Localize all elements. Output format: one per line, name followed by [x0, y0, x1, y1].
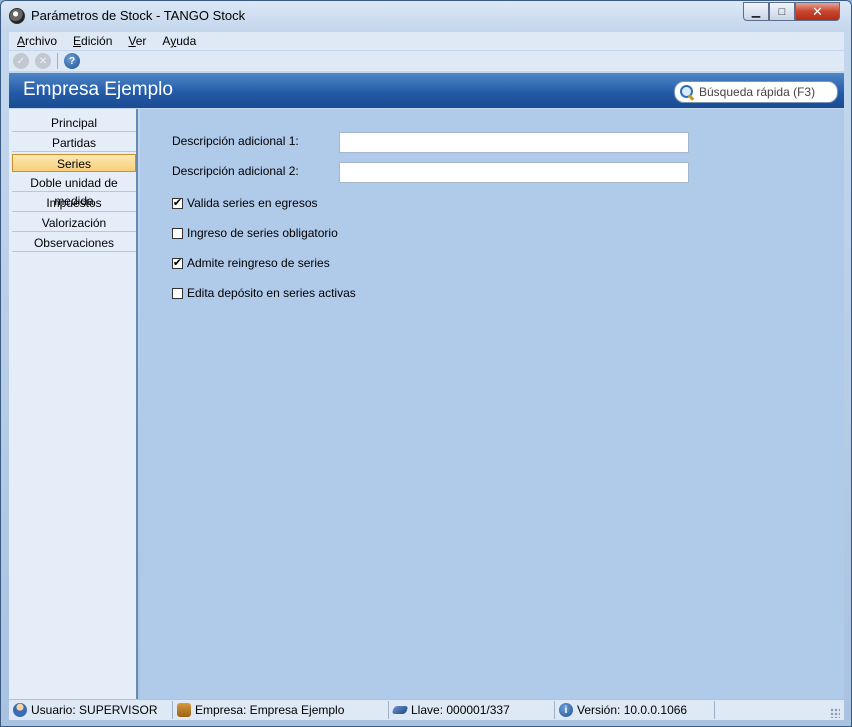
- status-user-text: Usuario: SUPERVISOR: [31, 703, 158, 717]
- menu-label: uda: [176, 34, 197, 48]
- checkbox[interactable]: ✔: [172, 257, 183, 269]
- status-company-text: Empresa: Empresa Ejemplo: [195, 703, 345, 717]
- checkbox[interactable]: ✔: [172, 197, 183, 209]
- checkbox-label: Edita depósito en series activas: [187, 286, 356, 300]
- sidebar-item-series[interactable]: Series: [12, 154, 136, 172]
- status-version-text: Versión: 10.0.0.1066: [577, 703, 688, 717]
- status-version: i Versión: 10.0.0.1066: [555, 701, 715, 719]
- menu-bar: Archivo Edición Ver Ayuda: [9, 32, 844, 50]
- menu-edicion[interactable]: Edición: [73, 32, 112, 50]
- checkbox-ingreso-obligatorio[interactable]: Ingreso de series obligatorio: [172, 226, 338, 240]
- cancel-icon[interactable]: ✕: [35, 53, 51, 69]
- status-key: Llave: 000001/337: [389, 701, 555, 719]
- search-icon: [679, 84, 695, 100]
- checkbox-label: Valida series en egresos: [187, 196, 318, 210]
- menu-ayuda[interactable]: Ayuda: [162, 32, 196, 50]
- checkbox[interactable]: [172, 227, 183, 239]
- user-icon: [13, 703, 27, 717]
- sidebar-item-principal[interactable]: Principal: [12, 114, 136, 132]
- toolbar: ✓ ✕ ?: [9, 51, 844, 71]
- quick-search[interactable]: [674, 81, 838, 103]
- sidebar-item-partidas[interactable]: Partidas: [12, 134, 136, 152]
- window-title: Parámetros de Stock - TANGO Stock: [31, 8, 246, 23]
- app-icon[interactable]: [9, 8, 25, 24]
- checkbox-edita-deposito[interactable]: Edita depósito en series activas: [172, 286, 356, 300]
- desc2-label: Descripción adicional 2:: [172, 164, 299, 178]
- menu-ver[interactable]: Ver: [128, 32, 146, 50]
- status-key-text: Llave: 000001/337: [411, 703, 510, 717]
- toolbar-separator: [57, 53, 58, 69]
- sidebar-item-impuestos[interactable]: Impuestos: [12, 194, 136, 212]
- company-icon: [177, 703, 191, 717]
- checkbox-admite-reingreso[interactable]: ✔ Admite reingreso de series: [172, 256, 330, 270]
- menu-accel: A: [17, 34, 26, 48]
- sidebar-item-observaciones[interactable]: Observaciones: [12, 234, 136, 252]
- menu-archivo[interactable]: Archivo: [17, 32, 57, 50]
- key-icon: [391, 706, 409, 714]
- minimize-button[interactable]: ▁: [743, 2, 769, 21]
- checkbox-label: Admite reingreso de series: [187, 256, 330, 270]
- info-icon: i: [559, 703, 573, 717]
- menu-label: rchivo: [25, 34, 58, 48]
- sidebar-item-valorizacion[interactable]: Valorización: [12, 214, 136, 232]
- desc1-field[interactable]: [339, 132, 689, 153]
- app-window: Parámetros de Stock - TANGO Stock ▁ □ ✕ …: [0, 0, 852, 727]
- checkbox-label: Ingreso de series obligatorio: [187, 226, 338, 240]
- desc2-field[interactable]: [339, 162, 689, 183]
- main-content: Descripción adicional 1: Descripción adi…: [140, 109, 844, 699]
- status-bar: Usuario: SUPERVISOR Empresa: Empresa Eje…: [9, 700, 844, 720]
- close-button[interactable]: ✕: [795, 2, 840, 21]
- sidebar-item-doble-unidad[interactable]: Doble unidad de medida: [12, 174, 136, 208]
- menu-accel: V: [128, 34, 136, 48]
- search-input[interactable]: [699, 85, 835, 99]
- menu-label: er: [135, 34, 147, 48]
- page-title: Empresa Ejemplo: [23, 79, 173, 100]
- sidebar: Principal Partidas Series Doble unidad d…: [9, 109, 138, 699]
- status-company: Empresa: Empresa Ejemplo: [173, 701, 389, 719]
- checkbox-valida-series[interactable]: ✔ Valida series en egresos: [172, 196, 318, 210]
- menu-accel: E: [73, 34, 82, 48]
- check-icon[interactable]: ✓: [13, 53, 29, 69]
- help-icon[interactable]: ?: [64, 53, 80, 69]
- menu-label: dición: [81, 34, 113, 48]
- desc1-label: Descripción adicional 1:: [172, 134, 299, 148]
- maximize-button[interactable]: □: [769, 2, 795, 21]
- header-band: Empresa Ejemplo: [9, 73, 844, 108]
- status-user: Usuario: SUPERVISOR: [9, 701, 173, 719]
- checkbox[interactable]: [172, 287, 183, 299]
- title-bar[interactable]: Parámetros de Stock - TANGO Stock ▁ □ ✕: [1, 1, 851, 31]
- resize-grip-icon[interactable]: [830, 708, 840, 718]
